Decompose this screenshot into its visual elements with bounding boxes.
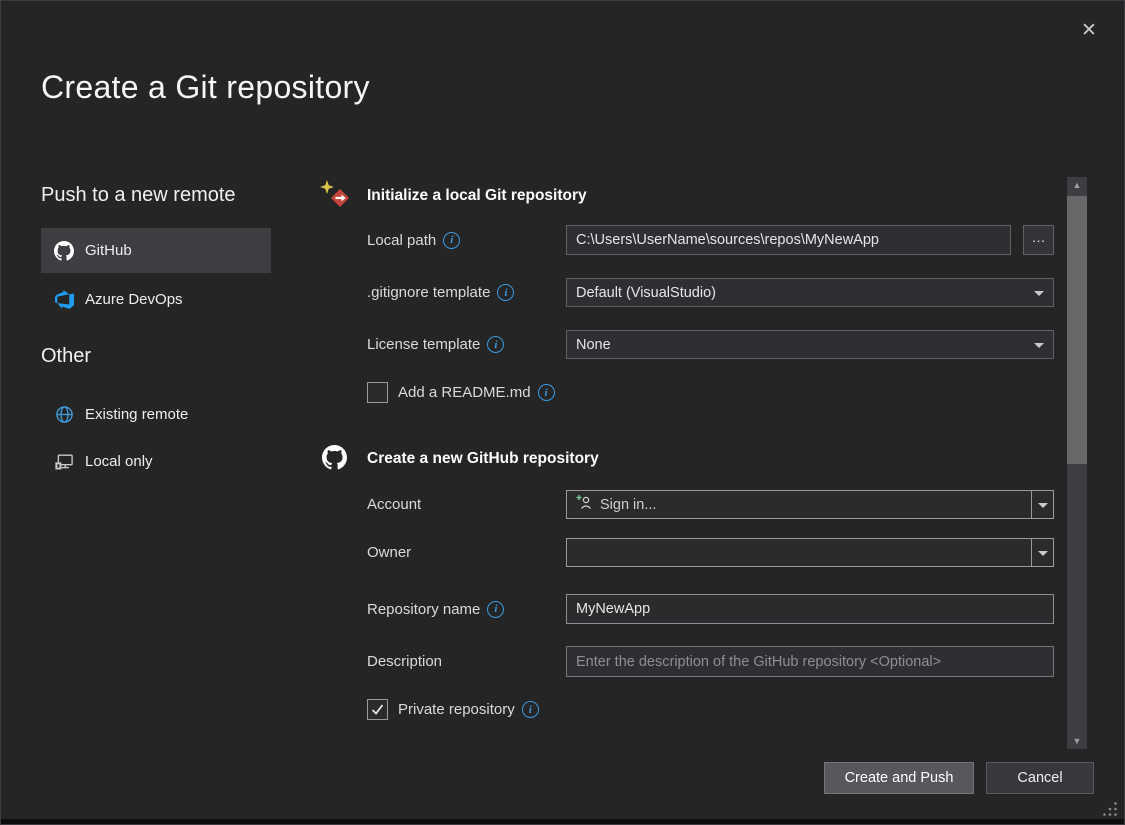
close-icon: ✕ [1081, 19, 1097, 42]
scroll-down-icon[interactable] [1067, 733, 1087, 749]
sidebar-item-existing-remote[interactable]: Existing remote [41, 392, 271, 437]
close-button[interactable]: ✕ [1074, 15, 1104, 45]
window-edge [1, 819, 1124, 824]
cancel-button[interactable]: Cancel [986, 762, 1094, 794]
divider [1031, 491, 1032, 518]
scrollbar-thumb[interactable] [1067, 196, 1087, 464]
vertical-scrollbar[interactable] [1067, 177, 1087, 749]
readme-checkbox[interactable] [367, 382, 388, 403]
readme-label: Add a README.md [398, 384, 555, 401]
info-icon[interactable] [497, 284, 514, 301]
divider [1031, 539, 1032, 566]
create-and-push-button[interactable]: Create and Push [824, 762, 974, 794]
browse-button[interactable]: … [1023, 225, 1054, 255]
repo-name-input[interactable] [566, 594, 1054, 624]
sidebar-item-azure-devops[interactable]: Azure DevOps [41, 277, 271, 322]
init-repo-icon [320, 180, 350, 215]
azure-devops-icon [54, 290, 74, 309]
init-section-title: Initialize a local Git repository [367, 187, 587, 205]
private-checkbox-row: Private repository [367, 699, 539, 720]
account-label: Account [367, 490, 421, 519]
chevron-down-icon [1038, 551, 1048, 556]
sidebar-item-local-only[interactable]: Local only [41, 439, 271, 484]
account-select[interactable]: Sign in... [566, 490, 1054, 519]
globe-icon [54, 405, 74, 424]
computer-icon [54, 452, 74, 471]
chevron-down-icon [1038, 503, 1048, 508]
info-icon[interactable] [443, 232, 460, 249]
private-label: Private repository [398, 701, 539, 718]
page-title: Create a Git repository [41, 69, 370, 106]
license-selected-value: None [576, 337, 611, 353]
gitignore-select[interactable]: Default (VisualStudio) [566, 278, 1054, 307]
gitignore-label: .gitignore template [367, 278, 514, 307]
account-selected-value: Sign in... [600, 497, 656, 513]
license-label: License template [367, 330, 504, 359]
info-icon[interactable] [487, 336, 504, 353]
local-path-label: Local path [367, 225, 460, 255]
info-icon[interactable] [538, 384, 555, 401]
repo-name-label: Repository name [367, 594, 504, 624]
sidebar-item-label: Existing remote [85, 406, 188, 423]
owner-select[interactable] [566, 538, 1054, 567]
description-label: Description [367, 646, 442, 677]
chevron-down-icon [1034, 343, 1044, 348]
sidebar-item-label: Azure DevOps [85, 291, 183, 308]
create-git-repo-dialog: ✕ Create a Git repository Push to a new … [0, 0, 1125, 825]
check-icon [370, 702, 385, 717]
readme-checkbox-row: Add a README.md [367, 382, 555, 403]
info-icon[interactable] [487, 601, 504, 618]
private-checkbox[interactable] [367, 699, 388, 720]
sidebar-item-github[interactable]: GitHub [41, 228, 271, 273]
add-user-icon [576, 494, 593, 515]
sidebar-item-label: GitHub [85, 242, 132, 259]
other-heading: Other [41, 345, 91, 368]
sidebar-item-label: Local only [85, 453, 153, 470]
description-input[interactable] [566, 646, 1054, 677]
push-remote-heading: Push to a new remote [41, 184, 236, 207]
resize-grip[interactable] [1102, 801, 1118, 817]
github-icon [54, 241, 74, 261]
info-icon[interactable] [522, 701, 539, 718]
owner-label: Owner [367, 538, 411, 567]
gitignore-selected-value: Default (VisualStudio) [576, 285, 716, 301]
license-select[interactable]: None [566, 330, 1054, 359]
chevron-down-icon [1034, 291, 1044, 296]
github-icon [322, 445, 347, 475]
github-section-title: Create a new GitHub repository [367, 450, 599, 468]
scroll-up-icon[interactable] [1067, 177, 1087, 193]
local-path-input[interactable] [566, 225, 1011, 255]
